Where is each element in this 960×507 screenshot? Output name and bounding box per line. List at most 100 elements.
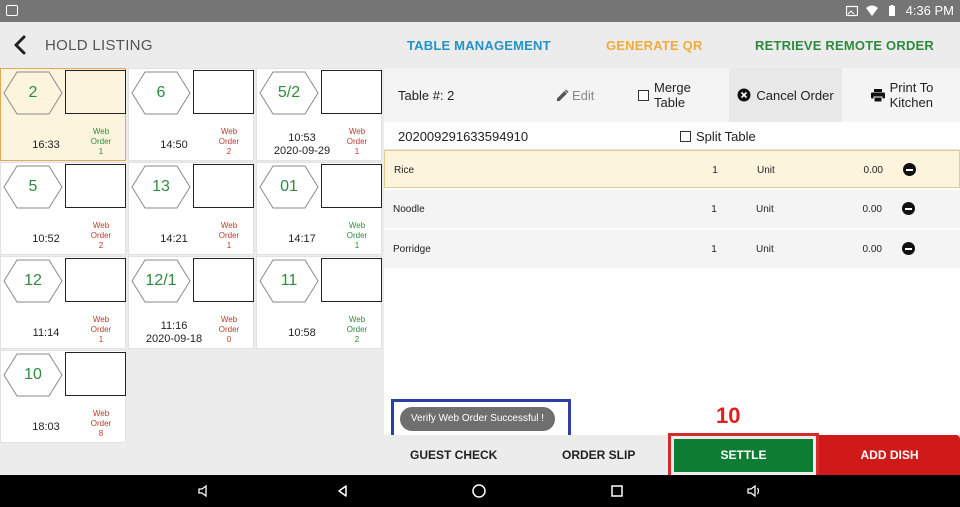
split-table-checkbox[interactable]: Split Table [680, 129, 756, 144]
order-item-row[interactable]: Noodle 1 Unit 0.00 [384, 190, 960, 228]
battery-icon [888, 4, 895, 16]
home-nav-icon[interactable] [471, 483, 487, 499]
web-label: Web [348, 221, 366, 230]
merge-label-line2: Table [654, 95, 686, 110]
order-label: Order [346, 325, 368, 334]
item-unit: Unit [757, 165, 775, 176]
web-order-count: 1 [354, 241, 360, 250]
table-number: 10 [24, 366, 42, 383]
item-unit: Unit [756, 204, 774, 215]
web-order-count: 1 [98, 147, 104, 156]
table-date: 2020-09-29 [273, 145, 331, 157]
table-time: 18:03 [32, 421, 60, 433]
table-card[interactable]: 6 14:50 Web Order 2 [128, 68, 254, 161]
order-slip-button[interactable]: ORDER SLIP [562, 448, 635, 462]
table-card[interactable]: 5/2 10:53 2020-09-29 Web Order 1 [256, 68, 382, 161]
print-label-line2: Kitchen [889, 95, 933, 110]
guest-check-button[interactable]: GUEST CHECK [410, 448, 497, 462]
volume-down-icon[interactable] [196, 483, 212, 499]
retrieve-remote-order-link[interactable]: RETRIEVE REMOTE ORDER [755, 38, 934, 53]
table-card[interactable]: 10 18:03 Web Order 8 [0, 350, 126, 443]
order-item-row[interactable]: Porridge 1 Unit 0.00 [384, 230, 960, 268]
merge-checkbox-box[interactable] [638, 89, 649, 101]
table-number: 12/1 [145, 272, 177, 289]
item-quantity: 1 [711, 244, 717, 255]
table-hexagon: 10 [3, 353, 63, 397]
table-hexagon: 5/2 [259, 71, 319, 115]
split-checkbox-box[interactable] [680, 131, 691, 142]
order-number-row: 202009291633594910 Split Table [384, 122, 960, 150]
order-label: Order [90, 419, 112, 428]
table-preview-box [193, 258, 254, 302]
status-bar: 4:36 PM [0, 0, 960, 22]
web-order-count: 1 [226, 241, 232, 250]
web-label: Web [92, 409, 110, 418]
page-title: HOLD LISTING [45, 37, 153, 54]
table-card[interactable]: 12/1 11:16 2020-09-18 Web Order 0 [128, 256, 254, 349]
web-order-count: 2 [98, 241, 104, 250]
remove-item-icon[interactable] [902, 202, 915, 215]
recents-nav-icon[interactable] [609, 483, 625, 499]
merge-table-checkbox[interactable]: Merge Table [638, 80, 691, 110]
table-hexagon: 12/1 [131, 259, 191, 303]
table-card[interactable]: 13 14:21 Web Order 1 [128, 162, 254, 255]
table-card[interactable]: 5 10:52 Web Order 2 [0, 162, 126, 255]
item-name: Noodle [393, 204, 425, 215]
table-card[interactable]: 11 10:58 Web Order 2 [256, 256, 382, 349]
table-date: 2020-09-18 [145, 333, 203, 345]
settle-highlight-frame: SETTLE [668, 433, 819, 478]
add-dish-button[interactable]: ADD DISH [819, 435, 960, 475]
web-order-badge: Web Order 8 [81, 409, 121, 439]
item-unit: Unit [756, 244, 774, 255]
back-arrow-icon[interactable] [12, 34, 30, 56]
table-hexagon: 01 [259, 165, 319, 209]
web-order-badge: Web Order 1 [337, 221, 377, 251]
wifi-icon [865, 5, 878, 16]
web-order-badge: Web Order 1 [81, 315, 121, 345]
remove-item-icon[interactable] [902, 242, 915, 255]
table-preview-box [65, 70, 126, 114]
order-label: Order [90, 137, 112, 146]
split-table-label: Split Table [696, 129, 756, 144]
order-item-row[interactable]: Rice 1 Unit 0.00 [384, 150, 960, 188]
web-label: Web [220, 315, 238, 324]
cancel-order-button[interactable]: Cancel Order [729, 68, 842, 122]
web-order-badge: Web Order 0 [209, 315, 249, 345]
table-card[interactable]: 2 16:33 Web Order 1 [0, 68, 126, 161]
merge-table-label: Merge Table [654, 80, 691, 110]
volume-up-icon[interactable] [746, 483, 764, 499]
table-number: 2 [28, 84, 38, 101]
web-label: Web [348, 315, 366, 324]
settle-button[interactable]: SETTLE [674, 439, 813, 472]
item-price: 0.00 [862, 244, 882, 255]
cancel-order-label: Cancel Order [756, 87, 834, 103]
generate-qr-link[interactable]: GENERATE QR [606, 38, 703, 53]
gallery-icon [6, 5, 18, 16]
remove-item-icon[interactable] [903, 163, 916, 176]
edit-button[interactable]: Edit [556, 88, 594, 103]
table-card[interactable]: 01 14:17 Web Order 1 [256, 162, 382, 255]
web-order-count: 0 [226, 335, 232, 344]
table-number: 5/2 [277, 84, 301, 101]
table-management-link[interactable]: TABLE MANAGEMENT [407, 38, 551, 53]
order-label: Order [90, 231, 112, 240]
table-hexagon: 5 [3, 165, 63, 209]
print-label-line1: Print To [889, 80, 934, 95]
hold-listing-grid: 2 16:33 Web Order 1 6 14:50 Web Order 2 … [0, 68, 384, 475]
table-number: 11 [280, 272, 298, 289]
table-preview-box [65, 164, 126, 208]
clock: 4:36 PM [905, 3, 954, 18]
web-order-count: 8 [98, 429, 104, 438]
table-hexagon: 6 [131, 71, 191, 115]
app-header: HOLD LISTING TABLE MANAGEMENT GENERATE Q… [0, 22, 960, 68]
table-card[interactable]: 12 11:14 Web Order 1 [0, 256, 126, 349]
item-price: 0.00 [863, 165, 883, 176]
back-nav-icon[interactable] [335, 483, 351, 499]
edit-label: Edit [572, 88, 595, 103]
table-number-label: Table #: 2 [398, 88, 455, 103]
table-number: 12 [24, 272, 42, 289]
web-label: Web [220, 127, 238, 136]
item-price: 0.00 [862, 204, 882, 215]
item-quantity: 1 [711, 204, 717, 215]
print-to-kitchen-button[interactable]: Print To Kitchen [844, 68, 960, 122]
